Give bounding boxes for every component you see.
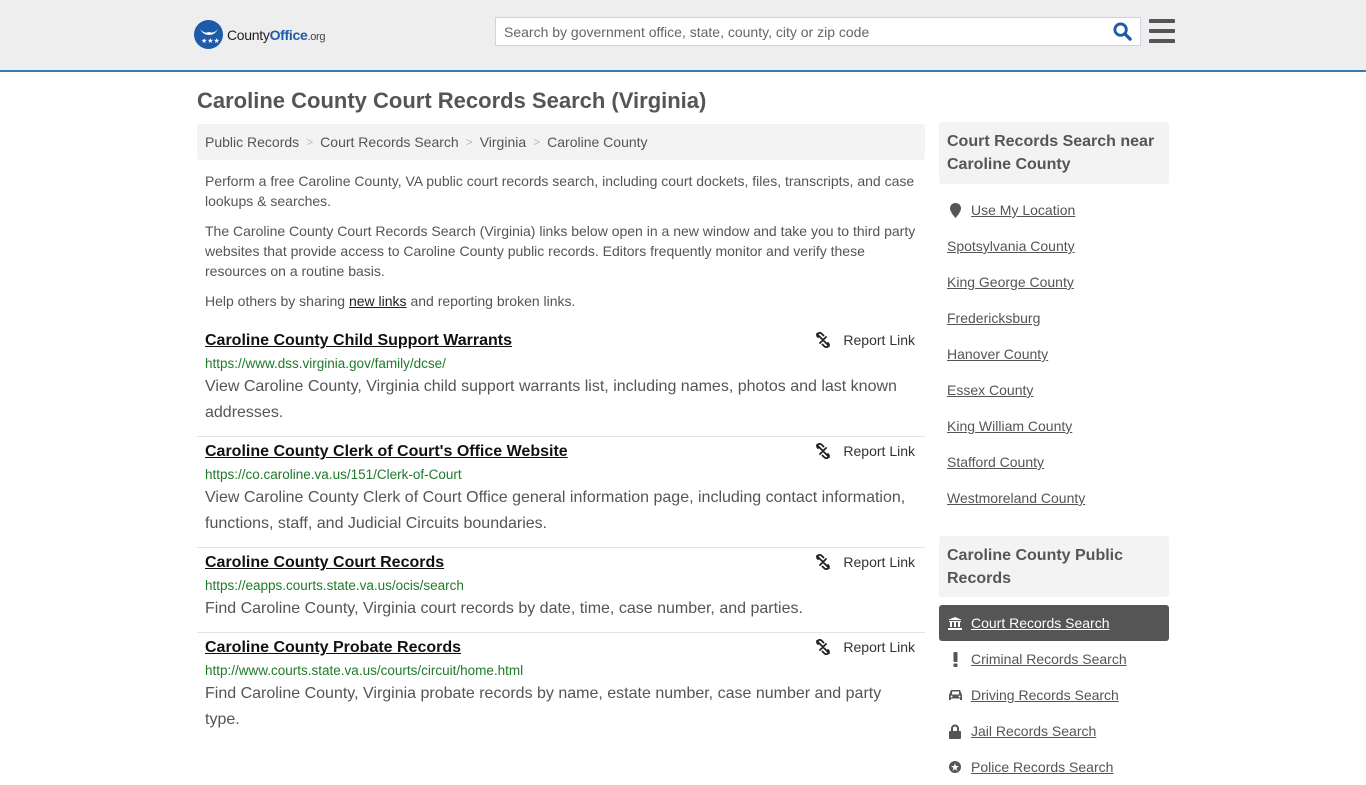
public-record-link-jail[interactable]: Jail Records Search: [939, 713, 1169, 749]
site-header: ★★★ CountyOffice.org: [0, 0, 1366, 72]
result-item: Caroline County Clerk of Court's Office …: [197, 437, 925, 548]
intro-paragraph-1: Perform a free Caroline County, VA publi…: [205, 173, 915, 209]
courthouse-icon: [947, 616, 963, 630]
result-description: Find Caroline County, Virginia court rec…: [205, 600, 803, 617]
intro-paragraph-3: Help others by sharing new links and rep…: [205, 293, 576, 309]
result-title-link[interactable]: Caroline County Court Records: [205, 553, 444, 573]
report-link-button[interactable]: Report Link: [815, 554, 915, 570]
report-link-button[interactable]: Report Link: [815, 332, 915, 348]
nearby-list: Use My Location Spotsylvania County King…: [947, 192, 1169, 516]
breadcrumb-caroline-county[interactable]: Caroline County: [547, 134, 647, 150]
broken-link-icon: [816, 554, 831, 570]
nearby-county-link[interactable]: Hanover County: [947, 336, 1169, 372]
search-icon[interactable]: [1108, 18, 1136, 46]
search-input[interactable]: [496, 18, 1108, 45]
nearby-county-link[interactable]: Fredericksburg: [947, 300, 1169, 336]
page-title: Caroline County Court Records Search (Vi…: [197, 88, 707, 113]
report-link-button[interactable]: Report Link: [815, 443, 915, 459]
breadcrumb: Public Records > Court Records Search > …: [197, 124, 925, 160]
breadcrumb-public-records[interactable]: Public Records: [205, 134, 299, 150]
result-item: Caroline County Probate Records Report L…: [197, 633, 925, 743]
result-description: Find Caroline County, Virginia probate r…: [205, 685, 882, 728]
map-pin-icon: [947, 202, 963, 218]
hamburger-menu-icon[interactable]: [1149, 19, 1175, 43]
use-my-location-link[interactable]: Use My Location: [947, 192, 1169, 228]
public-record-link-court[interactable]: Court Records Search: [939, 605, 1169, 641]
results-list: Caroline County Child Support Warrants R…: [197, 326, 925, 743]
car-icon: [947, 689, 963, 701]
result-description: View Caroline County Clerk of Court Offi…: [205, 489, 906, 532]
result-item: Caroline County Court Records Report Lin…: [197, 548, 925, 633]
new-links-link[interactable]: new links: [349, 293, 407, 309]
nearby-county-link[interactable]: Essex County: [947, 372, 1169, 408]
nearby-county-link[interactable]: King George County: [947, 264, 1169, 300]
intro-text: Perform a free Caroline County, VA publi…: [205, 171, 920, 321]
public-record-link-police[interactable]: Police Records Search: [939, 749, 1169, 785]
breadcrumb-separator: >: [306, 135, 314, 149]
search-bar: [495, 17, 1141, 46]
result-url: https://www.dss.virginia.gov/family/dcse…: [205, 356, 446, 371]
nearby-county-link[interactable]: Spotsylvania County: [947, 228, 1169, 264]
exclamation-icon: [947, 651, 963, 667]
result-title-link[interactable]: Caroline County Probate Records: [205, 638, 461, 658]
breadcrumb-court-records-search[interactable]: Court Records Search: [320, 134, 459, 150]
logo-text: CountyOffice.org: [227, 26, 326, 43]
breadcrumb-virginia[interactable]: Virginia: [480, 134, 526, 150]
public-record-link-driving[interactable]: Driving Records Search: [939, 677, 1169, 713]
nearby-county-link[interactable]: King William County: [947, 408, 1169, 444]
result-item: Caroline County Child Support Warrants R…: [197, 326, 925, 437]
public-record-link-criminal[interactable]: Criminal Records Search: [939, 641, 1169, 677]
result-title-link[interactable]: Caroline County Clerk of Court's Office …: [205, 442, 568, 462]
nearby-county-link[interactable]: Westmoreland County: [947, 480, 1169, 516]
result-url: https://co.caroline.va.us/151/Clerk-of-C…: [205, 467, 462, 482]
lock-icon: [947, 724, 963, 739]
result-description: View Caroline County, Virginia child sup…: [205, 378, 897, 421]
site-logo[interactable]: ★★★ CountyOffice.org: [194, 20, 326, 49]
result-url: https://eapps.courts.state.va.us/ocis/se…: [205, 578, 464, 593]
breadcrumb-separator: >: [533, 135, 541, 149]
broken-link-icon: [816, 332, 831, 348]
breadcrumb-separator: >: [465, 135, 473, 149]
intro-paragraph-2: The Caroline County Court Records Search…: [205, 223, 916, 279]
svg-text:★★★: ★★★: [201, 37, 220, 45]
eagle-logo-icon: ★★★: [194, 20, 223, 49]
result-title-link[interactable]: Caroline County Child Support Warrants: [205, 331, 512, 351]
public-records-list: Court Records Search Criminal Records Se…: [939, 605, 1169, 785]
public-records-section-title: Caroline County Public Records: [939, 536, 1169, 597]
result-url: http://www.courts.state.va.us/courts/cir…: [205, 663, 524, 678]
nearby-section-title: Court Records Search near Caroline Count…: [939, 122, 1169, 184]
report-link-button[interactable]: Report Link: [815, 639, 915, 655]
broken-link-icon: [816, 443, 831, 459]
police-badge-icon: [947, 760, 963, 774]
nearby-county-link[interactable]: Stafford County: [947, 444, 1169, 480]
broken-link-icon: [816, 639, 831, 655]
